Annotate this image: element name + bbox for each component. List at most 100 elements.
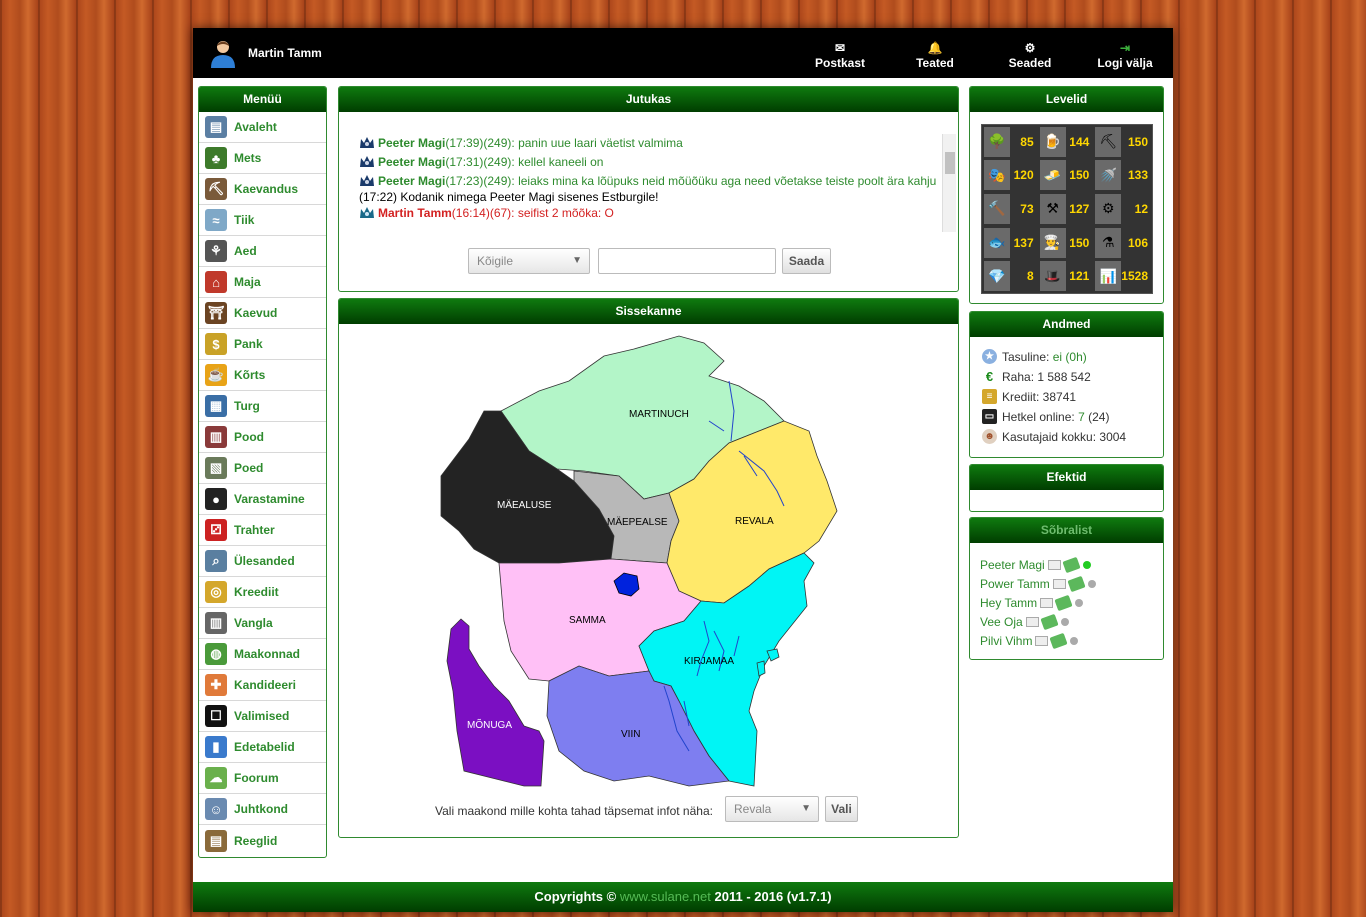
menu-item-pood[interactable]: ▥ Pood [199, 422, 326, 453]
levels-panel: Levelid 🌳 85 🍺 144 ⛏ 150 🎭 120 🧈 150 🚿 133 🔨 73… [969, 86, 1164, 304]
globe-icon: ◍ [205, 643, 227, 665]
menu-item-foorum[interactable]: ☁ Foorum [199, 763, 326, 794]
mail-icon[interactable] [1035, 636, 1049, 646]
mail-icon[interactable] [1052, 579, 1066, 589]
menu-item-tiik[interactable]: ≈ Tiik [199, 205, 326, 236]
menu-item-kreediit[interactable]: ◎ Kreediit [199, 577, 326, 608]
level-item: 🧈 150 [1038, 159, 1094, 193]
menu-item-reeglid[interactable]: ▤ Reeglid [199, 825, 326, 856]
menu-list: ▤ Avaleht ♣ Mets ⛏ Kaevandus ≈ Tiik ⚘ Aed ⌂ Ma… [199, 112, 326, 856]
friends-panel: Sõbralist Peeter Magi Power Tamm Hey Tam… [969, 517, 1164, 660]
menu-item-maakonnad[interactable]: ◍ Maakonnad [199, 639, 326, 670]
money-icon[interactable] [1040, 613, 1059, 631]
hammer-icon: 🔨 [984, 193, 1010, 224]
nav-postkast[interactable]: ✉ Postkast [805, 40, 875, 70]
level-item: ⛏ 150 [1093, 125, 1152, 159]
friend-item[interactable]: Vee Oja [980, 613, 1069, 631]
money-icon[interactable] [1067, 575, 1086, 593]
nav-teated[interactable]: 🔔 Teated [900, 40, 970, 70]
menu-item-pank[interactable]: $ Pank [199, 329, 326, 360]
county-label: VIIN [621, 729, 640, 740]
menu-item-poed[interactable]: ▧ Poed [199, 453, 326, 484]
star-icon: ★ [982, 349, 997, 364]
money-icon: $ [205, 333, 227, 355]
nav-label: Seaded [1008, 56, 1052, 70]
menu-item-ulesanded[interactable]: ⌕ Ülesanded [199, 546, 326, 577]
chat-scrollbar-thumb[interactable] [945, 152, 955, 174]
chat-input[interactable] [598, 248, 776, 274]
avatar[interactable] [208, 38, 238, 68]
menu-item-mets[interactable]: ♣ Mets [199, 143, 326, 174]
island-shape [766, 648, 780, 662]
crown-icon [360, 207, 374, 218]
friend-item[interactable]: Hey Tamm [980, 594, 1084, 612]
county-label: MÄEALUSE [497, 499, 552, 511]
menu-item-trahter[interactable]: ⚂ Trahter [199, 515, 326, 546]
friend-item[interactable]: Peeter Magi [980, 556, 1091, 574]
stat-kasutajaid: ☻ Kasutajaid kokku: 3004 [982, 429, 1126, 444]
chat-log[interactable]: Peeter Magi(17:39)(249): panin uue laari… [359, 134, 939, 232]
recipient-select[interactable]: Kõigile ▼ [468, 248, 590, 274]
chat-message: Peeter Magi(17:39)(249): panin uue laari… [359, 134, 939, 153]
chat-message: Peeter Magi(17:31)(249): kellel kaneeli … [359, 153, 939, 172]
menu-item-avaleht[interactable]: ▤ Avaleht [199, 112, 326, 143]
username[interactable]: Martin Tamm [248, 46, 322, 60]
clipboard-icon: ▤ [205, 829, 227, 852]
menu-panel: Menüü ▤ Avaleht ♣ Mets ⛏ Kaevandus ≈ Tiik ⚘ A… [198, 86, 327, 858]
select-county-button[interactable]: Vali [825, 796, 858, 822]
mail-icon[interactable] [1025, 617, 1039, 627]
chat-scrollbar[interactable] [942, 134, 956, 232]
menu-item-juhtkond[interactable]: ☺ Juhtkond [199, 794, 326, 825]
efektid-title: Efektid [970, 465, 1163, 490]
stat-online: ▭ Hetkel online: 7 (24) [982, 409, 1109, 424]
offline-status-icon [1060, 618, 1069, 626]
menu-item-varastamine[interactable]: ● Varastamine [199, 484, 326, 515]
friend-item[interactable]: Pilvi Vihm [980, 632, 1079, 650]
menu-item-kaevandus[interactable]: ⛏ Kaevandus [199, 174, 326, 205]
menu-item-vangla[interactable]: ▥ Vangla [199, 608, 326, 639]
send-button[interactable]: Saada [782, 248, 831, 274]
andmed-panel: Andmed ★ Tasuline: ei (0h) € Raha: 1 588… [969, 311, 1164, 458]
diamond-icon: 💎 [984, 261, 1010, 292]
mail-icon[interactable] [1040, 598, 1054, 608]
level-item: 💎 8 [982, 259, 1038, 293]
pickaxe-icon: ⛏ [1095, 126, 1122, 157]
crown-icon [360, 137, 374, 148]
mail-icon[interactable] [1047, 560, 1061, 570]
beer-icon: ☕ [205, 364, 227, 386]
level-item: ⚒ 127 [1038, 192, 1094, 226]
menu-item-kaevud[interactable]: ⛩ Kaevud [199, 298, 326, 329]
friend-item[interactable]: Power Tamm [980, 575, 1096, 593]
menu-item-kandideeri[interactable]: ✚ Kandideeri [199, 670, 326, 701]
nav-logi-valja[interactable]: ⇥ Logi välja [1090, 40, 1160, 70]
chat-panel: Jutukas Peeter Magi(17:39)(249): panin u… [338, 86, 959, 292]
nav-seaded[interactable]: ⚙ Seaded [995, 40, 1065, 70]
county-select[interactable]: Revala ▼ [725, 796, 819, 822]
footer-link[interactable]: www.sulane.net [620, 889, 711, 904]
fish-icon: 🐟 [984, 227, 1010, 258]
fish-icon: ≈ [205, 209, 227, 231]
money-icon[interactable] [1062, 556, 1081, 574]
nav-label: Logi välja [1097, 56, 1153, 70]
gold-bar-icon: 🧈 [1039, 160, 1066, 191]
stat-kreediit: ≡ Krediit: 38741 [982, 389, 1076, 404]
chat-system-message: (17:22) Kodanik nimega Peeter Magi sisen… [359, 190, 659, 204]
menu-item-edetabelid[interactable]: ▮ Edetabelid [199, 732, 326, 763]
users-icon: ☻ [982, 429, 997, 444]
levels-title: Levelid [970, 87, 1163, 112]
shops-icon: ▧ [205, 457, 227, 479]
chat-message: Peeter Magi(17:23)(249): leiaks mina ka … [359, 172, 939, 190]
menu-item-maja[interactable]: ⌂ Maja [199, 267, 326, 298]
level-item: ⚗ 106 [1093, 226, 1152, 260]
menu-item-turg[interactable]: ▦ Turg [199, 391, 326, 422]
menu-item-korts[interactable]: ☕ Kõrts [199, 360, 326, 391]
offline-status-icon [1070, 637, 1079, 645]
money-icon[interactable] [1054, 594, 1073, 612]
menu-item-aed[interactable]: ⚘ Aed [199, 236, 326, 267]
monitor-icon: ▭ [982, 409, 997, 424]
county-select-prompt: Vali maakond mille kohta tahad täpsemat … [435, 804, 713, 818]
money-icon[interactable] [1049, 632, 1069, 650]
menu-item-valimised[interactable]: ☐ Valimised [199, 701, 326, 732]
stat-raha: € Raha: 1 588 542 [982, 369, 1091, 384]
offline-status-icon [1087, 580, 1096, 588]
